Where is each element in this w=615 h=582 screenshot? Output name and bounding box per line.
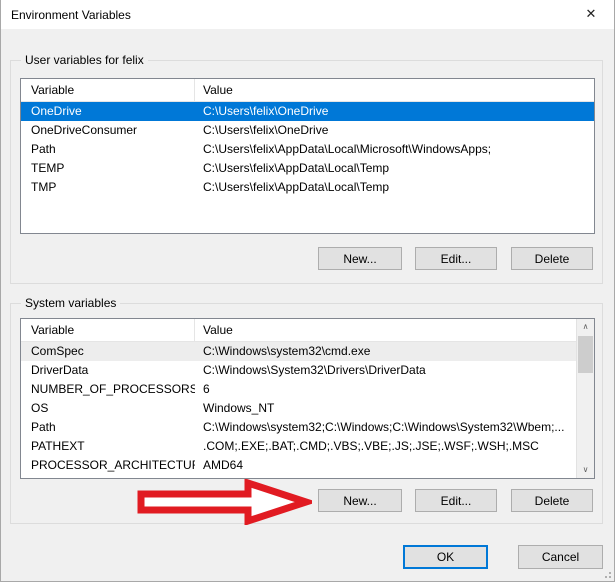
scrollbar-thumb[interactable]: [578, 336, 593, 373]
user-row-tmp[interactable]: TMP C:\Users\felix\AppData\Local\Temp: [21, 178, 594, 197]
scroll-up-icon[interactable]: ∧: [577, 319, 594, 335]
system-delete-button[interactable]: Delete: [511, 489, 593, 512]
user-row-onedrive[interactable]: OneDrive C:\Users\felix\OneDrive: [21, 102, 594, 121]
system-new-button[interactable]: New...: [318, 489, 402, 512]
system-list-scrollbar[interactable]: ∧ ∨: [576, 319, 594, 478]
scroll-down-icon[interactable]: ∨: [577, 462, 594, 478]
cancel-button[interactable]: Cancel: [518, 545, 603, 569]
system-row-os[interactable]: OS Windows_NT: [21, 399, 577, 418]
user-edit-button[interactable]: Edit...: [415, 247, 497, 270]
system-col-variable[interactable]: Variable: [21, 319, 195, 341]
user-list-header: Variable Value: [21, 79, 594, 102]
system-col-value[interactable]: Value: [195, 319, 577, 341]
user-delete-button[interactable]: Delete: [511, 247, 593, 270]
system-row-processor-architecture[interactable]: PROCESSOR_ARCHITECTURE AMD64: [21, 456, 577, 475]
user-row-onedriveconsumer[interactable]: OneDriveConsumer C:\Users\felix\OneDrive: [21, 121, 594, 140]
user-variables-label: User variables for felix: [21, 53, 148, 67]
environment-variables-dialog: Environment Variables ✕ User variables f…: [0, 0, 615, 582]
system-variables-list[interactable]: Variable Value ComSpec C:\Windows\system…: [20, 318, 595, 479]
user-new-button[interactable]: New...: [318, 247, 402, 270]
window-title: Environment Variables: [1, 8, 131, 22]
system-edit-button[interactable]: Edit...: [415, 489, 497, 512]
system-row-number-of-processors[interactable]: NUMBER_OF_PROCESSORS 6: [21, 380, 577, 399]
user-col-value[interactable]: Value: [195, 79, 594, 101]
system-row-path[interactable]: Path C:\Windows\system32;C:\Windows;C:\W…: [21, 418, 577, 437]
user-variables-list[interactable]: Variable Value OneDrive C:\Users\felix\O…: [20, 78, 595, 234]
title-bar: Environment Variables ✕: [1, 0, 614, 29]
system-row-driverdata[interactable]: DriverData C:\Windows\System32\Drivers\D…: [21, 361, 577, 380]
system-row-comspec[interactable]: ComSpec C:\Windows\system32\cmd.exe: [21, 342, 577, 361]
system-variables-label: System variables: [21, 296, 120, 310]
resize-grip-icon[interactable]: [601, 568, 611, 578]
system-row-pathext[interactable]: PATHEXT .COM;.EXE;.BAT;.CMD;.VBS;.VBE;.J…: [21, 437, 577, 456]
user-row-path[interactable]: Path C:\Users\felix\AppData\Local\Micros…: [21, 140, 594, 159]
user-col-variable[interactable]: Variable: [21, 79, 195, 101]
system-list-header: Variable Value: [21, 319, 577, 342]
close-icon[interactable]: ✕: [576, 2, 606, 26]
user-row-temp[interactable]: TEMP C:\Users\felix\AppData\Local\Temp: [21, 159, 594, 178]
ok-button[interactable]: OK: [403, 545, 488, 569]
